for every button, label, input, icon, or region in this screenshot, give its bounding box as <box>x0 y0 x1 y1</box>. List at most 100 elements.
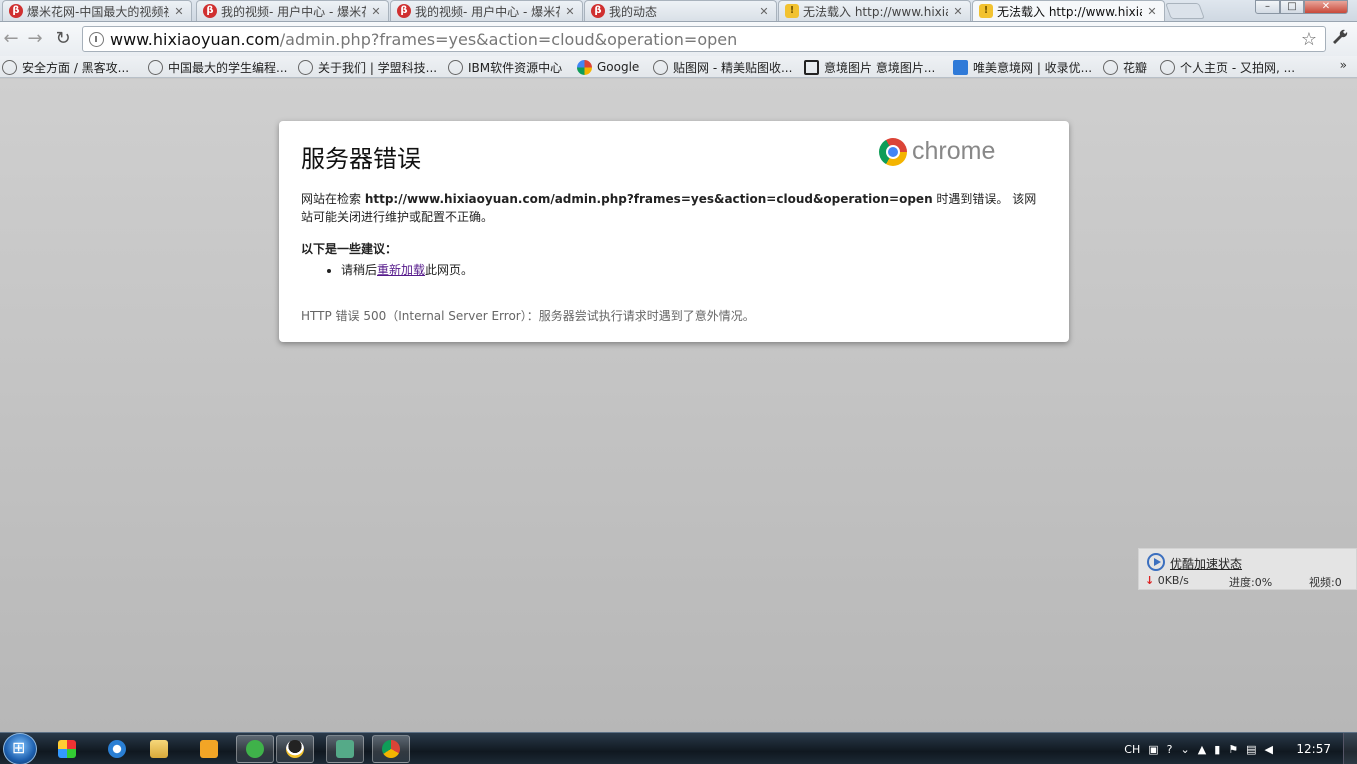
browser-toolbar: ← → ↻ www.hixiaoyuan.com/admin.php?frame… <box>0 22 1357 56</box>
maximize-button[interactable]: □ <box>1280 0 1304 14</box>
suggestion-suffix: 此网页。 <box>425 263 474 277</box>
volume-icon[interactable]: ◀ <box>1265 743 1273 756</box>
tab-title: 爆米花网-中国最大的视频社 <box>27 4 169 19</box>
bookmark-item[interactable]: IBM软件资源中心 <box>448 58 562 76</box>
tab-3[interactable]: β 我的视频- 用户中心 - 爆米花 ✕ <box>390 0 583 21</box>
input-language-indicator[interactable]: CH <box>1124 743 1140 756</box>
globe-icon <box>2 59 17 75</box>
video-count: 视频:0 <box>1309 576 1342 589</box>
progress-status: 进度:0% <box>1229 576 1273 589</box>
back-button[interactable]: ← <box>0 28 22 50</box>
network-icon[interactable] <box>326 735 364 763</box>
tab-1[interactable]: β 爆米花网-中国最大的视频社 ✕ <box>2 0 192 21</box>
tab-title: 我的动态 <box>609 4 658 19</box>
tab-6-active[interactable]: ! 无法载入 http://www.hixia ✕ <box>972 0 1165 21</box>
chrome-icon[interactable] <box>372 735 410 763</box>
reload-link[interactable]: 重新加载 <box>377 263 425 277</box>
bookmark-item[interactable]: 关于我们 | 学盟科技... <box>298 58 437 76</box>
suggestion-item: 请稍后重新加载此网页。 <box>341 261 1047 279</box>
url-host: www.hixiaoyuan.com <box>110 29 280 49</box>
bookmark-label: 意境图片 意境图片... <box>824 60 936 75</box>
popcorn-icon: β <box>397 4 411 18</box>
device-icon[interactable]: ▮ <box>1214 743 1220 756</box>
globe-icon <box>148 59 163 75</box>
globe-icon <box>653 59 668 75</box>
help-icon[interactable]: ? <box>1167 743 1173 756</box>
tray-options-icon[interactable]: ⌄ <box>1181 743 1190 756</box>
network-tray-icon[interactable]: ▤ <box>1246 743 1256 756</box>
bookmark-item[interactable]: Google <box>577 58 639 76</box>
ime-icon[interactable]: ▣ <box>1148 743 1158 756</box>
chrome-logo-icon <box>879 137 907 166</box>
windows-taskbar: CH ▣ ? ⌄ ▲ ▮ ⚑ ▤ ◀ 12:57 <box>0 732 1357 764</box>
speed-value: 0KB/s <box>1157 574 1189 587</box>
bookmark-item[interactable]: 安全方面 / 黑客攻... <box>2 58 129 76</box>
close-icon[interactable]: ✕ <box>1146 5 1158 18</box>
close-icon[interactable]: ✕ <box>173 5 185 18</box>
tab-2[interactable]: β 我的视频- 用户中心 - 爆米花 ✕ <box>196 0 389 21</box>
bookmark-label: 中国最大的学生编程... <box>168 60 288 75</box>
bookmarks-overflow-icon[interactable]: » <box>1340 58 1347 72</box>
close-icon[interactable]: ✕ <box>758 5 770 18</box>
close-icon[interactable]: ✕ <box>952 5 964 18</box>
warning-icon: ! <box>785 4 799 18</box>
popcorn-icon: β <box>591 4 605 18</box>
wrench-menu-icon[interactable] <box>1331 28 1349 51</box>
bookmark-label: 花瓣 <box>1123 60 1148 75</box>
error-message: 网站在检索 http://www.hixiaoyuan.com/admin.ph… <box>301 190 1047 226</box>
close-icon[interactable]: ✕ <box>564 5 576 18</box>
bookmark-label: Google <box>597 60 640 74</box>
download-speed: ↓ 0KB/s <box>1145 574 1189 587</box>
explorer-icon[interactable] <box>140 735 178 763</box>
bookmark-item[interactable]: 意境图片 意境图片... <box>804 58 935 76</box>
suggestions-heading: 以下是一些建议： <box>301 242 398 256</box>
taskbar-clock[interactable]: 12:57 <box>1296 742 1331 756</box>
green-browser-icon[interactable] <box>236 735 274 763</box>
bookmark-star-icon[interactable]: ☆ <box>1301 29 1317 50</box>
down-arrow-icon: ↓ <box>1145 574 1155 587</box>
error-url: http://www.hixiaoyuan.com/admin.php?fram… <box>364 192 933 206</box>
show-hidden-icons-icon[interactable]: ▲ <box>1198 743 1206 756</box>
square-icon <box>804 59 819 75</box>
start-button[interactable] <box>3 733 37 764</box>
address-bar[interactable]: www.hixiaoyuan.com/admin.php?frames=yes&… <box>82 26 1326 52</box>
show-desktop-button[interactable] <box>1343 733 1357 764</box>
chrome-logo: chrome <box>879 137 995 166</box>
play-icon[interactable] <box>1147 553 1165 571</box>
tab-5[interactable]: ! 无法载入 http://www.hixia ✕ <box>778 0 971 21</box>
error-message-prefix: 网站在检索 <box>301 192 365 206</box>
ie-icon[interactable] <box>98 735 136 763</box>
popcorn-icon: β <box>9 4 23 18</box>
qq-icon[interactable] <box>276 735 314 763</box>
youku-accelerator-widget: 优酷加速状态 ↓ 0KB/s 进度:0% 视频:0 <box>1138 548 1357 590</box>
page-info-icon[interactable] <box>89 31 104 47</box>
google-icon <box>577 59 592 75</box>
suggestion-prefix: 请稍后 <box>341 263 378 277</box>
tab-title: 我的视频- 用户中心 - 爆米花 <box>221 4 366 19</box>
globe-icon <box>448 59 463 75</box>
media-player-icon[interactable] <box>190 735 228 763</box>
tab-strip: β 爆米花网-中国最大的视频社 ✕ β 我的视频- 用户中心 - 爆米花 ✕ β… <box>0 0 1357 22</box>
page-content: 服务器错误 chrome 网站在检索 http://www.hixiaoyuan… <box>0 79 1357 732</box>
reload-button[interactable]: ↻ <box>52 28 74 50</box>
new-tab-button[interactable] <box>1165 3 1205 19</box>
globe-icon <box>298 59 313 75</box>
suggestions-list: 请稍后重新加载此网页。 <box>341 261 1047 279</box>
bookmark-item[interactable]: 唯美意境网 | 收录优... <box>953 58 1092 76</box>
bookmark-item[interactable]: 中国最大的学生编程... <box>148 58 287 76</box>
close-icon[interactable]: ✕ <box>370 5 382 18</box>
close-window-button[interactable]: ✕ <box>1304 0 1348 14</box>
bookmark-label: IBM软件资源中心 <box>468 60 563 75</box>
media-center-icon[interactable] <box>48 735 86 763</box>
bookmark-item[interactable]: 个人主页 - 又拍网, ... <box>1160 58 1295 76</box>
blue-site-icon <box>953 59 968 75</box>
url-path: /admin.php?frames=yes&action=cloud&opera… <box>279 29 738 49</box>
forward-button[interactable]: → <box>24 28 46 50</box>
minimize-button[interactable]: – <box>1255 0 1280 14</box>
action-center-flag-icon[interactable]: ⚑ <box>1228 743 1238 756</box>
tab-4[interactable]: β 我的动态 ✕ <box>584 0 777 21</box>
youku-status-link[interactable]: 优酷加速状态 <box>1170 555 1242 572</box>
tab-title: 无法载入 http://www.hixia <box>803 4 948 19</box>
bookmark-item[interactable]: 贴图网 - 精美贴图收... <box>653 58 792 76</box>
bookmark-item[interactable]: 花瓣 <box>1103 58 1147 76</box>
